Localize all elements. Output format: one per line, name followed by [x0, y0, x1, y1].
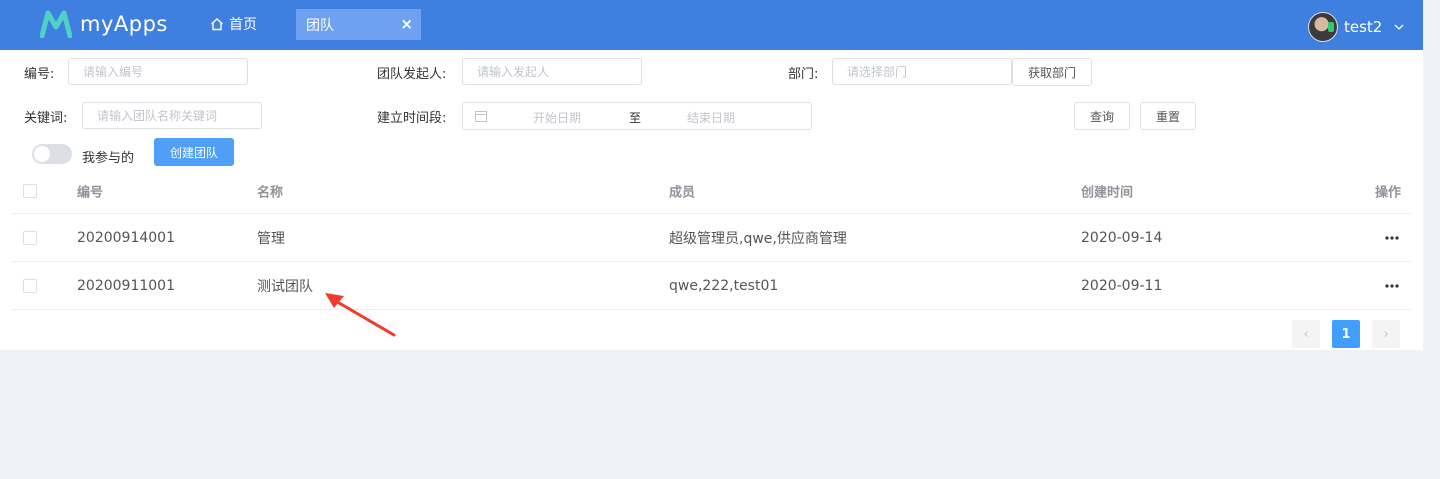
- nav-home-label: 首页: [229, 17, 257, 33]
- column-header-actions: 操作: [1374, 185, 1401, 200]
- cell-created: 2020-09-11: [1081, 277, 1163, 294]
- more-icon[interactable]: [1385, 283, 1399, 288]
- number-label: 编号:: [24, 67, 55, 82]
- date-range-picker[interactable]: 开始日期 至 结束日期: [462, 102, 812, 130]
- user-menu[interactable]: test2: [1308, 12, 1404, 42]
- avatar: [1308, 12, 1338, 42]
- row-checkbox[interactable]: [23, 230, 37, 245]
- keyword-label: 关键词:: [24, 111, 68, 126]
- logo[interactable]: myApps: [40, 10, 168, 38]
- chevron-down-icon: [1394, 24, 1404, 30]
- close-icon[interactable]: ×: [400, 16, 413, 32]
- cell-number: 20200914001: [77, 229, 175, 246]
- column-header-created: 创建时间: [1081, 185, 1134, 200]
- pagination-prev-button[interactable]: ‹: [1292, 320, 1320, 348]
- end-date-placeholder[interactable]: 结束日期: [687, 109, 735, 126]
- logo-text: myApps: [80, 12, 168, 36]
- main-content: 编号: 团队发起人: 部门: 获取部门 关键词: 建立时间段: 开始日期 至 结…: [0, 50, 1423, 350]
- initiator-label: 团队发起人:: [377, 67, 447, 82]
- number-input[interactable]: [68, 58, 248, 85]
- nav-home[interactable]: 首页: [210, 14, 257, 34]
- pagination-next-button[interactable]: ›: [1372, 320, 1400, 348]
- reset-button[interactable]: 重置: [1140, 102, 1196, 130]
- pagination-page-1[interactable]: 1: [1332, 320, 1360, 348]
- annotation-arrow-icon: [325, 293, 396, 337]
- toggle-knob: [34, 146, 50, 162]
- column-header-members: 成员: [669, 185, 696, 200]
- calendar-icon: [475, 111, 487, 122]
- cell-created: 2020-09-14: [1081, 229, 1163, 246]
- table-row[interactable]: 20200911001 测试团队 qwe,222,test01 2020-09-…: [12, 262, 1411, 310]
- create-team-button[interactable]: 创建团队: [154, 138, 234, 166]
- mine-toggle[interactable]: [32, 144, 72, 164]
- column-header-number: 编号: [77, 185, 104, 200]
- cell-name[interactable]: 测试团队: [257, 276, 313, 296]
- date-range-separator: 至: [629, 111, 642, 125]
- cell-name[interactable]: 管理: [257, 228, 285, 248]
- tab-team-label: 团队: [306, 17, 334, 34]
- cell-members: qwe,222,test01: [669, 277, 779, 294]
- start-date-placeholder[interactable]: 开始日期: [533, 109, 581, 126]
- get-department-button[interactable]: 获取部门: [1012, 58, 1092, 86]
- top-bar: myApps 首页 团队 × test2: [0, 0, 1423, 50]
- team-table: 编号 名称 成员 创建时间 操作 20200914001 管理 超级管理员,qw…: [12, 168, 1411, 310]
- department-input[interactable]: [832, 58, 1012, 85]
- table-row[interactable]: 20200914001 管理 超级管理员,qwe,供应商管理 2020-09-1…: [12, 214, 1411, 262]
- mine-toggle-label: 我参与的: [82, 151, 135, 166]
- period-label: 建立时间段:: [377, 111, 447, 126]
- cell-number: 20200911001: [77, 277, 175, 294]
- logo-m-icon: [40, 10, 72, 38]
- keyword-input[interactable]: [82, 102, 262, 129]
- department-label: 部门:: [788, 67, 819, 82]
- row-checkbox[interactable]: [23, 278, 37, 293]
- column-header-name: 名称: [257, 185, 284, 200]
- home-icon: [211, 18, 223, 31]
- initiator-input[interactable]: [462, 58, 642, 85]
- user-name: test2: [1344, 18, 1383, 36]
- tab-team[interactable]: 团队 ×: [296, 9, 421, 40]
- app-window: myApps 首页 团队 × test2 编号: 团队发起人: 部门: 获取部门: [0, 0, 1423, 479]
- more-icon[interactable]: [1385, 235, 1399, 240]
- select-all-checkbox[interactable]: [23, 183, 37, 198]
- cell-members: 超级管理员,qwe,供应商管理: [669, 230, 847, 247]
- query-button[interactable]: 查询: [1074, 102, 1130, 130]
- table-header: 编号 名称 成员 创建时间 操作: [12, 168, 1411, 214]
